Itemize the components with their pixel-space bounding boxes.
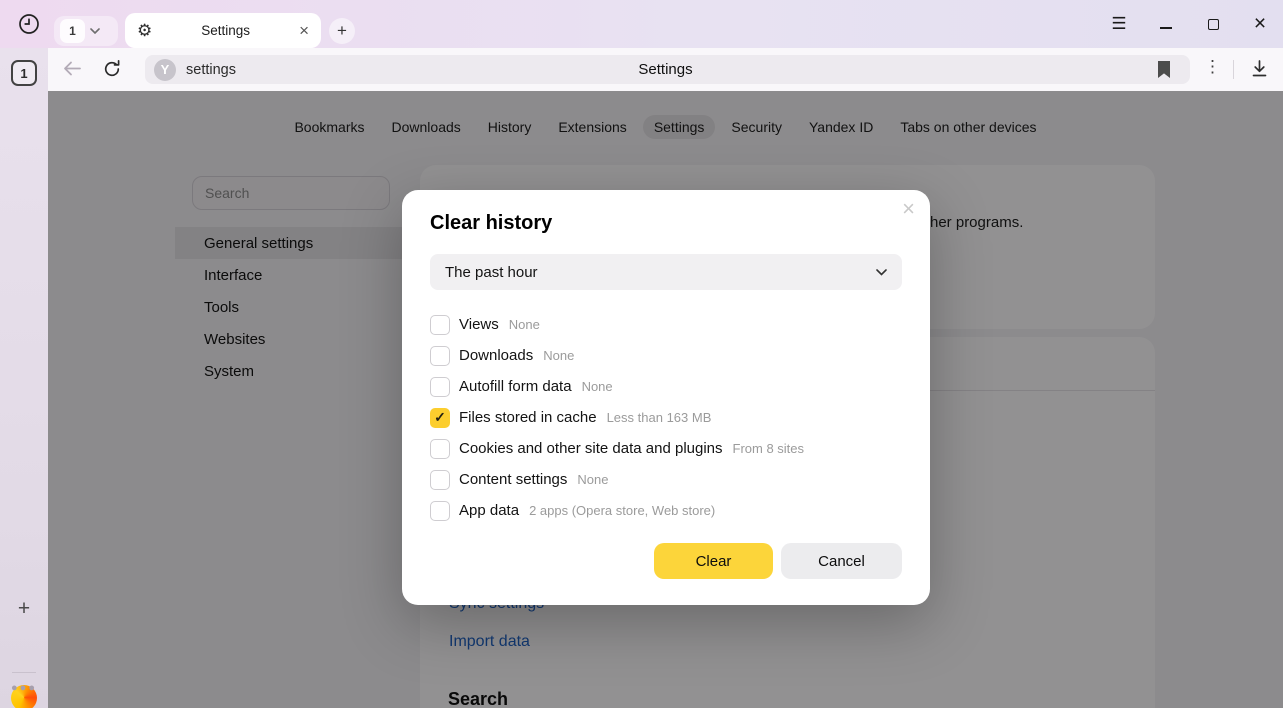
- reload-icon: [102, 59, 122, 79]
- bookmark-button[interactable]: [1157, 60, 1171, 84]
- option-detail: Less than 163 MB: [607, 410, 712, 425]
- bookmark-icon: [1157, 60, 1171, 79]
- new-tab-button[interactable]: +: [329, 18, 355, 44]
- active-tab[interactable]: ⚙ Settings ×: [125, 13, 321, 48]
- chevron-down-icon: [90, 28, 100, 34]
- checkbox-views[interactable]: [430, 315, 450, 335]
- option-detail: None: [582, 379, 613, 394]
- reload-button[interactable]: [102, 59, 122, 84]
- window-controls: ☰ ×: [1110, 0, 1269, 48]
- option-row-cache[interactable]: ✓ Files stored in cache Less than 163 MB: [430, 402, 902, 433]
- checkbox-app-data[interactable]: [430, 501, 450, 521]
- history-clock-button[interactable]: [14, 9, 44, 39]
- window-menu-icon[interactable]: ☰: [1110, 15, 1128, 33]
- option-detail: 2 apps (Opera store, Web store): [529, 503, 715, 518]
- rail-divider: [12, 672, 36, 673]
- checkbox-cookies[interactable]: [430, 439, 450, 459]
- dialog-close-icon[interactable]: ×: [902, 198, 915, 220]
- rail-add-button[interactable]: +: [0, 597, 48, 621]
- option-label: Content settings: [459, 471, 567, 488]
- toolbar-menu-button[interactable]: ⋮: [1204, 57, 1221, 77]
- maximize-icon[interactable]: [1204, 15, 1222, 33]
- clear-options-list: Views None Downloads None Autofill form …: [430, 309, 902, 526]
- browser-tab-bar: 1 ⚙ Settings × + ☰ ×: [0, 0, 1283, 48]
- rail-overflow-button[interactable]: ●●●: [0, 682, 48, 694]
- window-close-icon[interactable]: ×: [1251, 15, 1269, 33]
- site-favicon[interactable]: Y: [154, 59, 176, 81]
- option-row-autofill[interactable]: Autofill form data None: [430, 371, 902, 402]
- toolbar-separator: [1233, 60, 1234, 79]
- url-text: settings: [186, 62, 236, 78]
- clear-button[interactable]: Clear: [654, 543, 773, 579]
- checkbox-autofill[interactable]: [430, 377, 450, 397]
- option-label: App data: [459, 502, 519, 519]
- address-toolbar: Y settings Settings ⋮: [48, 48, 1283, 91]
- gear-icon: ⚙: [137, 22, 152, 39]
- checkbox-content-settings[interactable]: [430, 470, 450, 490]
- checkbox-downloads[interactable]: [430, 346, 450, 366]
- option-row-downloads[interactable]: Downloads None: [430, 340, 902, 371]
- side-rail: 1 + ●●●: [0, 48, 48, 708]
- tab-title: Settings: [152, 23, 299, 38]
- option-row-content-settings[interactable]: Content settings None: [430, 464, 902, 495]
- option-detail: None: [509, 317, 540, 332]
- minimize-icon[interactable]: [1157, 15, 1175, 33]
- clear-history-dialog: × Clear history The past hour Views None…: [402, 190, 930, 605]
- downloads-button[interactable]: [1250, 59, 1269, 83]
- option-detail: None: [577, 472, 608, 487]
- option-label: Cookies and other site data and plugins: [459, 440, 723, 457]
- dialog-title: Clear history: [430, 212, 552, 235]
- cancel-button[interactable]: Cancel: [781, 543, 902, 579]
- option-label: Autofill form data: [459, 378, 572, 395]
- option-detail: From 8 sites: [733, 441, 805, 456]
- option-detail: None: [543, 348, 574, 363]
- option-label: Views: [459, 316, 499, 333]
- download-icon: [1250, 59, 1269, 78]
- time-range-value: The past hour: [445, 264, 538, 281]
- option-label: Files stored in cache: [459, 409, 597, 426]
- option-row-views[interactable]: Views None: [430, 309, 902, 340]
- time-range-select[interactable]: The past hour: [430, 254, 902, 290]
- tab-count-badge[interactable]: 1: [60, 19, 85, 43]
- option-row-cookies[interactable]: Cookies and other site data and plugins …: [430, 433, 902, 464]
- tab-panel-toggle[interactable]: 1: [11, 60, 37, 86]
- back-button[interactable]: [62, 60, 82, 82]
- clock-icon: [18, 13, 40, 35]
- checkbox-cache-checked[interactable]: ✓: [430, 408, 450, 428]
- address-bar[interactable]: Y settings: [145, 55, 1190, 84]
- tab-group-selector[interactable]: 1: [54, 16, 118, 46]
- back-arrow-icon: [62, 60, 82, 77]
- option-label: Downloads: [459, 347, 533, 364]
- option-row-app-data[interactable]: App data 2 apps (Opera store, Web store): [430, 495, 902, 526]
- settings-page: Bookmarks Downloads History Extensions S…: [48, 91, 1283, 708]
- tab-close-icon[interactable]: ×: [299, 22, 309, 39]
- chevron-down-icon: [876, 269, 887, 276]
